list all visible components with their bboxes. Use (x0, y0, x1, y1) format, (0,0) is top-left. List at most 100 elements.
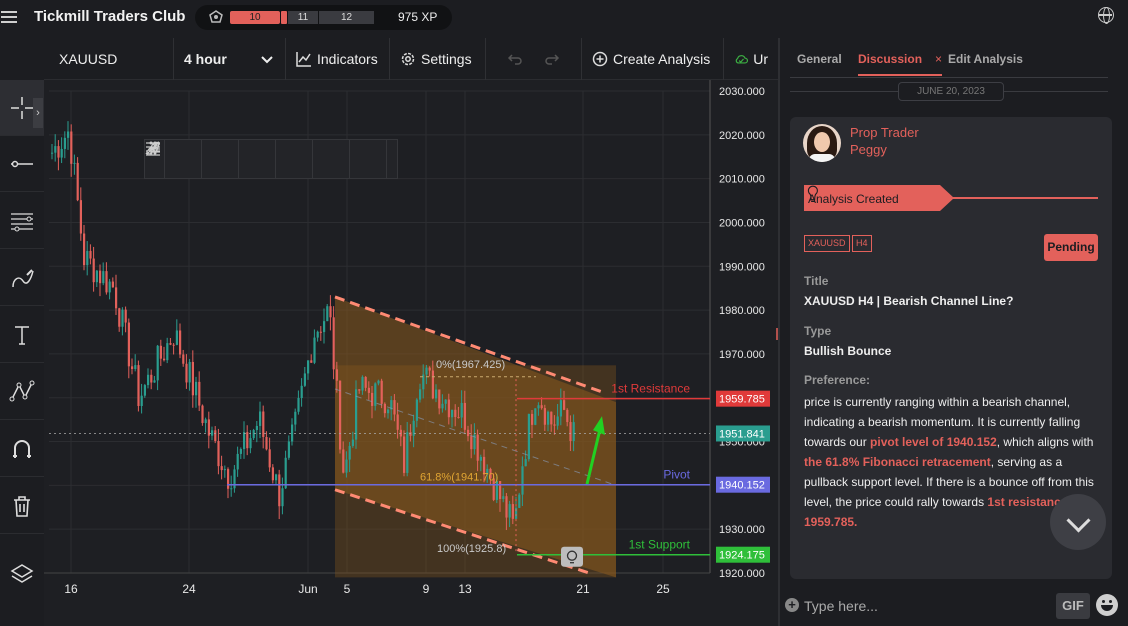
ray-icon[interactable] (146, 140, 350, 178)
timeframe-label: 4 hour (184, 51, 227, 67)
candle-body (326, 306, 329, 322)
measure-icon[interactable] (146, 140, 387, 178)
line-tool[interactable] (0, 136, 44, 192)
candle-body (105, 271, 108, 293)
xp-progress-bar: 10 11 12 975 XP (195, 5, 452, 30)
candle-body (243, 432, 246, 450)
upload-label: Ur (753, 51, 768, 67)
rank-icon (208, 9, 224, 25)
candle-body (550, 411, 553, 425)
candle-body (444, 399, 447, 404)
gif-button[interactable]: GIF (1056, 593, 1090, 619)
candle-body (476, 434, 479, 461)
candle-body (179, 330, 182, 355)
candle-body (316, 331, 319, 338)
candle-body (310, 360, 313, 363)
candle-body (166, 343, 169, 361)
candle-body (195, 381, 198, 396)
candle-body (319, 331, 322, 333)
x-tick-label: 9 (423, 582, 430, 596)
magnet-tool[interactable] (0, 421, 44, 477)
add-attachment-icon[interactable]: + (785, 598, 799, 612)
layers-tool[interactable] (0, 546, 44, 602)
xp-segment-next2: 12 (319, 11, 374, 24)
crosshair-tool[interactable]: › (0, 80, 44, 136)
candle-body (521, 466, 524, 495)
x-tick-label: 25 (656, 582, 670, 596)
fib-extension-icon[interactable] (145, 140, 276, 178)
candle-body (121, 309, 124, 327)
candle-body (527, 413, 530, 460)
tab-discussion[interactable]: Discussion (858, 52, 922, 66)
candle-body (131, 366, 134, 370)
settings-button[interactable]: Settings (390, 38, 486, 80)
candle-body (348, 445, 351, 460)
pattern-tool[interactable] (0, 364, 44, 420)
upload-button[interactable]: Ur (724, 38, 778, 80)
candle-body (403, 436, 406, 473)
trendline-icon[interactable] (146, 140, 202, 178)
candle-body (470, 436, 473, 450)
fib-retracement-icon[interactable] (146, 140, 239, 178)
text-tool[interactable] (0, 307, 44, 363)
candle-body (406, 432, 409, 473)
magnet-icon (13, 439, 31, 458)
emoji-icon[interactable] (1096, 594, 1118, 616)
symbol-selector[interactable]: XAUUSD (44, 38, 174, 80)
xp-fill (281, 11, 287, 24)
candle-body (303, 373, 306, 386)
candle-body (553, 424, 556, 426)
scroll-down-button[interactable] (1050, 494, 1106, 550)
fib-tool[interactable] (0, 193, 44, 249)
candle-body (345, 459, 348, 473)
create-analysis-button[interactable]: Create Analysis (582, 38, 724, 80)
gear-icon (401, 52, 415, 66)
avatar[interactable] (803, 124, 841, 162)
message-input[interactable] (804, 594, 1044, 618)
candle-body (284, 457, 287, 489)
candle-body (460, 402, 463, 418)
indicators-button[interactable]: Indicators (286, 38, 390, 80)
pen-icon[interactable] (146, 140, 313, 178)
candle-body (419, 389, 422, 400)
candle-body (143, 385, 146, 396)
candle-body (367, 387, 370, 393)
candle-body (51, 152, 54, 154)
event-line (950, 197, 1098, 199)
candle-body (393, 400, 396, 415)
candle-body (140, 395, 143, 406)
horizontal-line-icon (11, 160, 33, 167)
candle-body (220, 466, 223, 471)
timeframe-select[interactable]: 4 hour (174, 38, 286, 80)
expand-arrow-icon[interactable]: › (33, 98, 43, 128)
candle-body (563, 400, 566, 410)
x-tick-label: 21 (576, 582, 590, 596)
candle-body (495, 481, 498, 500)
tab-general[interactable]: General (797, 52, 842, 66)
candle-body (111, 281, 114, 288)
brush-tool[interactable] (0, 250, 44, 306)
author-info[interactable]: Prop Trader Peggy (850, 124, 919, 158)
candle-body (323, 321, 326, 333)
tab-edit-analysis[interactable]: Edit Analysis (948, 52, 1023, 66)
price-chart[interactable]: 2030.000 2020.000 2010.000 2000.000 1990.000… (44, 80, 778, 626)
candle-body (268, 449, 271, 468)
y-tick-label: 1970.000 (719, 349, 765, 361)
lightbulb-icon (561, 546, 583, 567)
xp-segment-current: 10 (230, 11, 280, 24)
undo-icon[interactable] (507, 51, 523, 67)
candle-body (227, 469, 230, 489)
y-tick-label: 1930.000 (719, 524, 765, 536)
menu-icon[interactable] (0, 8, 18, 26)
globe-icon[interactable] (1098, 7, 1114, 24)
date-separator: JUNE 20, 2023 (898, 82, 1004, 101)
settings-label: Settings (421, 51, 472, 67)
candle-body (214, 430, 217, 442)
trash-tool[interactable] (0, 478, 44, 534)
candle-body (281, 488, 284, 507)
discussion-panel: General Discussion × Edit Analysis JUNE … (780, 38, 1128, 626)
close-icon[interactable]: × (935, 52, 942, 66)
redo-icon[interactable] (544, 51, 560, 67)
candle-body (559, 400, 562, 417)
indicators-label: Indicators (317, 51, 378, 67)
